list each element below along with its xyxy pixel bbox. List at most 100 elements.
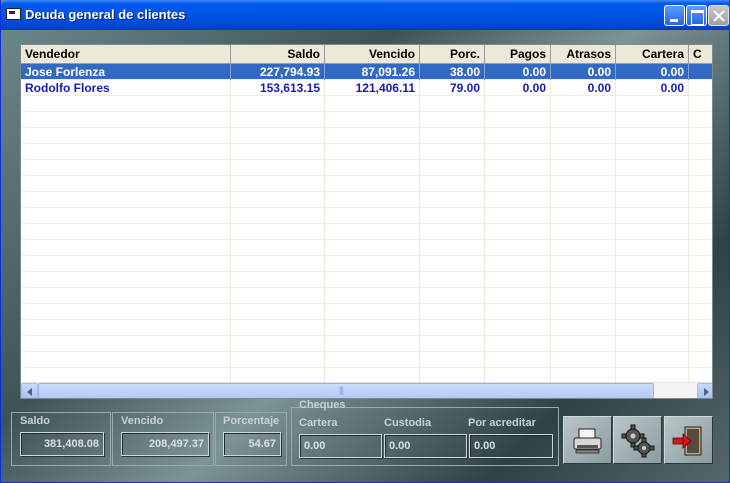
- empty-cell: [551, 272, 616, 288]
- empty-cell: [616, 176, 689, 192]
- empty-cell: [616, 272, 689, 288]
- empty-row[interactable]: [21, 224, 712, 240]
- print-button[interactable]: [563, 416, 612, 464]
- empty-cell: [689, 304, 712, 320]
- empty-cell: [616, 128, 689, 144]
- empty-cell: [325, 240, 420, 256]
- debt-grid[interactable]: Vendedor Saldo Vencido Porc. Pagos Atras…: [20, 44, 713, 399]
- window-title: Deuda general de clientes: [25, 7, 186, 22]
- column-header-cartera[interactable]: Cartera: [616, 45, 689, 64]
- empty-cell: [21, 192, 231, 208]
- empty-cell: [689, 112, 712, 128]
- empty-cell: [231, 288, 325, 304]
- empty-cell: [420, 208, 485, 224]
- empty-cell: [689, 320, 712, 336]
- empty-cell: [21, 272, 231, 288]
- empty-cell: [485, 144, 551, 160]
- empty-cell: [689, 224, 712, 240]
- empty-row[interactable]: [21, 256, 712, 272]
- empty-cell: [689, 176, 712, 192]
- empty-cell: [551, 208, 616, 224]
- empty-cell: [616, 336, 689, 352]
- empty-cell: [551, 240, 616, 256]
- empty-cell: [21, 288, 231, 304]
- minimize-button[interactable]: [664, 5, 685, 26]
- empty-cell: [325, 176, 420, 192]
- empty-row[interactable]: [21, 240, 712, 256]
- empty-row[interactable]: [21, 208, 712, 224]
- grid-header: Vendedor Saldo Vencido Porc. Pagos Atras…: [21, 45, 712, 64]
- column-header-vendedor[interactable]: Vendedor: [21, 45, 231, 64]
- horizontal-scrollbar[interactable]: [21, 382, 712, 398]
- empty-row[interactable]: [21, 112, 712, 128]
- empty-cell: [325, 208, 420, 224]
- empty-cell: [21, 320, 231, 336]
- empty-cell: [231, 272, 325, 288]
- saldo-total-field: 381,408.08: [20, 432, 104, 456]
- app-window-icon[interactable]: [6, 8, 21, 20]
- empty-cell: [231, 192, 325, 208]
- empty-cell: [420, 240, 485, 256]
- empty-cell: [551, 144, 616, 160]
- column-header-porc[interactable]: Porc.: [420, 45, 485, 64]
- empty-cell: [551, 96, 616, 112]
- table-row[interactable]: Rodolfo Flores 153,613.15 121,406.11 79.…: [21, 80, 712, 96]
- table-row[interactable]: Jose Forlenza 227,794.93 87,091.26 38.00…: [21, 64, 712, 80]
- empty-cell: [420, 272, 485, 288]
- empty-row[interactable]: [21, 288, 712, 304]
- empty-row[interactable]: [21, 128, 712, 144]
- empty-cell: [21, 96, 231, 112]
- empty-cell: [616, 112, 689, 128]
- close-button[interactable]: [708, 5, 729, 26]
- column-header-c[interactable]: C: [689, 45, 712, 64]
- empty-row[interactable]: [21, 336, 712, 352]
- empty-row[interactable]: [21, 192, 712, 208]
- empty-row[interactable]: [21, 160, 712, 176]
- empty-cell: [420, 352, 485, 368]
- scroll-thumb[interactable]: [38, 383, 654, 398]
- empty-cell: [689, 336, 712, 352]
- empty-row[interactable]: [21, 176, 712, 192]
- empty-cell: [689, 352, 712, 368]
- empty-cell: [485, 160, 551, 176]
- porcentaje-label: Porcentaje: [223, 415, 280, 427]
- column-header-pagos[interactable]: Pagos: [485, 45, 551, 64]
- empty-cell: [689, 288, 712, 304]
- empty-cell: [420, 256, 485, 272]
- column-header-vencido[interactable]: Vencido: [325, 45, 420, 64]
- empty-cell: [231, 336, 325, 352]
- empty-cell: [325, 272, 420, 288]
- empty-cell: [551, 112, 616, 128]
- empty-cell: [551, 224, 616, 240]
- empty-cell: [420, 128, 485, 144]
- empty-row[interactable]: [21, 96, 712, 112]
- empty-row[interactable]: [21, 320, 712, 336]
- empty-cell: [485, 256, 551, 272]
- title-bar[interactable]: Deuda general de clientes: [1, 0, 730, 30]
- cell-vendedor: Jose Forlenza: [21, 64, 231, 80]
- empty-row[interactable]: [21, 272, 712, 288]
- maximize-button[interactable]: [686, 5, 707, 26]
- settings-button[interactable]: [613, 416, 662, 464]
- exit-button[interactable]: [664, 416, 713, 464]
- empty-cell: [689, 128, 712, 144]
- empty-row[interactable]: [21, 304, 712, 320]
- grid-rows: Jose Forlenza 227,794.93 87,091.26 38.00…: [21, 64, 712, 384]
- scroll-left-button[interactable]: [21, 383, 38, 398]
- empty-row[interactable]: [21, 144, 712, 160]
- empty-row[interactable]: [21, 352, 712, 368]
- empty-cell: [231, 208, 325, 224]
- empty-cell: [325, 224, 420, 240]
- empty-cell: [551, 160, 616, 176]
- cell-porc: 38.00: [420, 64, 485, 80]
- empty-cell: [420, 224, 485, 240]
- empty-cell: [21, 256, 231, 272]
- empty-cell: [616, 256, 689, 272]
- empty-cell: [420, 336, 485, 352]
- empty-cell: [689, 272, 712, 288]
- cell-vendedor: Rodolfo Flores: [21, 80, 231, 96]
- empty-cell: [551, 176, 616, 192]
- scroll-right-button[interactable]: [697, 383, 712, 398]
- column-header-atrasos[interactable]: Atrasos: [551, 45, 616, 64]
- column-header-saldo[interactable]: Saldo: [231, 45, 325, 64]
